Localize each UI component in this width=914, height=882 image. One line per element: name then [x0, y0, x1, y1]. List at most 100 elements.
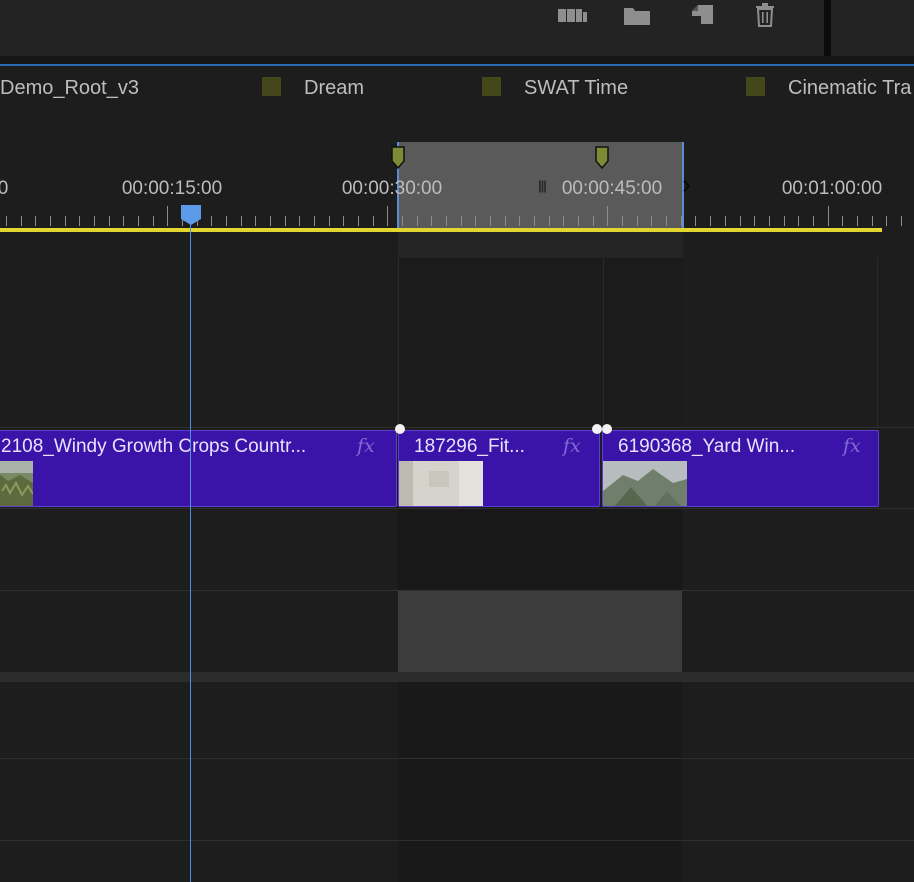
ruler-tick — [901, 216, 902, 226]
folder-icon[interactable] — [620, 2, 654, 28]
ruler-tick — [285, 216, 286, 226]
ruler-tick — [358, 216, 359, 226]
tab-dream[interactable]: Dream — [304, 77, 364, 100]
marker-icon[interactable] — [595, 146, 609, 170]
ruler-tick — [241, 216, 242, 226]
ruler-tick — [828, 206, 829, 226]
ruler-tick — [666, 216, 667, 226]
ruler-tick — [872, 216, 873, 226]
tab-color-swatch — [262, 77, 281, 96]
ruler-tick — [798, 216, 799, 226]
track-separator — [0, 758, 914, 759]
ruler-tick — [842, 216, 843, 226]
ruler-tick — [270, 216, 271, 226]
ruler-tick — [226, 216, 227, 226]
ruler-tick — [255, 216, 256, 226]
audio-range-block — [398, 591, 682, 672]
track-range-shade — [398, 258, 682, 428]
work-area-bar[interactable] — [0, 228, 882, 232]
trash-icon[interactable] — [748, 2, 782, 28]
ruler-tick — [505, 216, 506, 226]
edit-point-handle[interactable] — [395, 424, 405, 434]
ruler-tick — [417, 216, 418, 226]
ruler-tick — [94, 216, 95, 226]
ruler-tick — [431, 216, 432, 226]
track-range-shade — [398, 682, 682, 882]
ruler-tick — [299, 216, 300, 226]
marker-icon[interactable] — [391, 146, 405, 170]
tab-demo-root[interactable]: Demo_Root_v3 — [0, 77, 139, 100]
ruler-tick — [754, 216, 755, 226]
timecode-label: 00:00:30:00 — [341, 178, 443, 199]
video-clip[interactable]: 187296_Fit... fx — [398, 430, 600, 507]
video-audio-divider[interactable] — [0, 672, 914, 682]
clip-name: 6190368_Yard Win... — [618, 436, 796, 457]
panel-divider — [824, 0, 831, 56]
ruler-tick — [534, 216, 535, 226]
ruler-tick — [461, 216, 462, 226]
track-divider — [603, 258, 604, 428]
ruler-tick — [167, 206, 168, 226]
ruler-tick — [109, 216, 110, 226]
ruler-tick — [578, 216, 579, 226]
tab-color-swatch — [482, 77, 501, 96]
ruler-tick — [138, 216, 139, 226]
ruler-tick — [21, 216, 22, 226]
timecode-label: 00:00:45:00 — [561, 178, 663, 199]
video-clip[interactable]: 6190368_Yard Win... fx — [602, 430, 879, 507]
tab-swat-time[interactable]: SWAT Time — [524, 77, 628, 100]
ruler-tick — [740, 216, 741, 226]
clip-name: 187296_Fit... — [414, 436, 525, 457]
ruler-tick — [343, 216, 344, 226]
ruler-tick — [769, 216, 770, 226]
fx-badge-icon[interactable]: fx — [563, 435, 581, 457]
track-separator — [0, 840, 914, 841]
ruler-tick — [387, 206, 388, 226]
track-divider — [877, 258, 878, 428]
ruler-tick — [79, 216, 80, 226]
ruler-tick — [681, 216, 682, 226]
ruler-tick — [593, 216, 594, 226]
track-divider — [398, 258, 399, 428]
ruler-tick — [446, 216, 447, 226]
ruler-tick — [402, 216, 403, 226]
ruler-tick — [123, 216, 124, 226]
ruler-tick — [607, 206, 608, 226]
clip-thumbnail — [399, 461, 483, 506]
ruler-tick — [519, 216, 520, 226]
ruler-tick — [857, 216, 858, 226]
playhead-line[interactable] — [190, 220, 191, 882]
video-clip[interactable]: 2108_Windy Growth Crops Countr... fx — [0, 430, 397, 507]
edit-point-handle[interactable] — [602, 424, 612, 434]
playhead-handle-icon[interactable] — [180, 204, 202, 226]
ruler-tick — [695, 216, 696, 226]
tab-cinematic[interactable]: Cinematic Tra — [788, 77, 911, 100]
ruler-tick — [784, 216, 785, 226]
sequence-bin-icon[interactable] — [556, 2, 590, 28]
clip-name: 2108_Windy Growth Crops Countr... — [1, 436, 307, 457]
timecode-label: 00:01:00:00 — [781, 178, 883, 199]
ruler-tick — [211, 216, 212, 226]
ruler-tick — [373, 216, 374, 226]
ruler-tick — [563, 216, 564, 226]
edit-point-handle[interactable] — [592, 424, 602, 434]
ruler-tick — [6, 216, 7, 226]
ruler-tick — [710, 216, 711, 226]
ruler-tick — [475, 216, 476, 226]
timecode-label: 00:00:15:00 — [121, 178, 223, 199]
range-grip-icon[interactable]: ||| — [538, 178, 547, 193]
clip-thumbnail — [603, 461, 687, 506]
tab-color-swatch — [746, 77, 765, 96]
fx-badge-icon[interactable]: fx — [357, 435, 375, 457]
clip-thumbnail — [0, 461, 33, 506]
ruler-tick — [725, 216, 726, 226]
ruler-tick — [153, 216, 154, 226]
track-separator — [0, 427, 914, 428]
new-item-icon[interactable] — [686, 2, 720, 28]
ruler-tick — [314, 216, 315, 226]
ruler-tick — [549, 216, 550, 226]
fx-badge-icon[interactable]: fx — [843, 435, 861, 457]
out-point-chevron-icon — [683, 180, 691, 192]
ruler-tick — [813, 216, 814, 226]
ruler-tick — [651, 216, 652, 226]
